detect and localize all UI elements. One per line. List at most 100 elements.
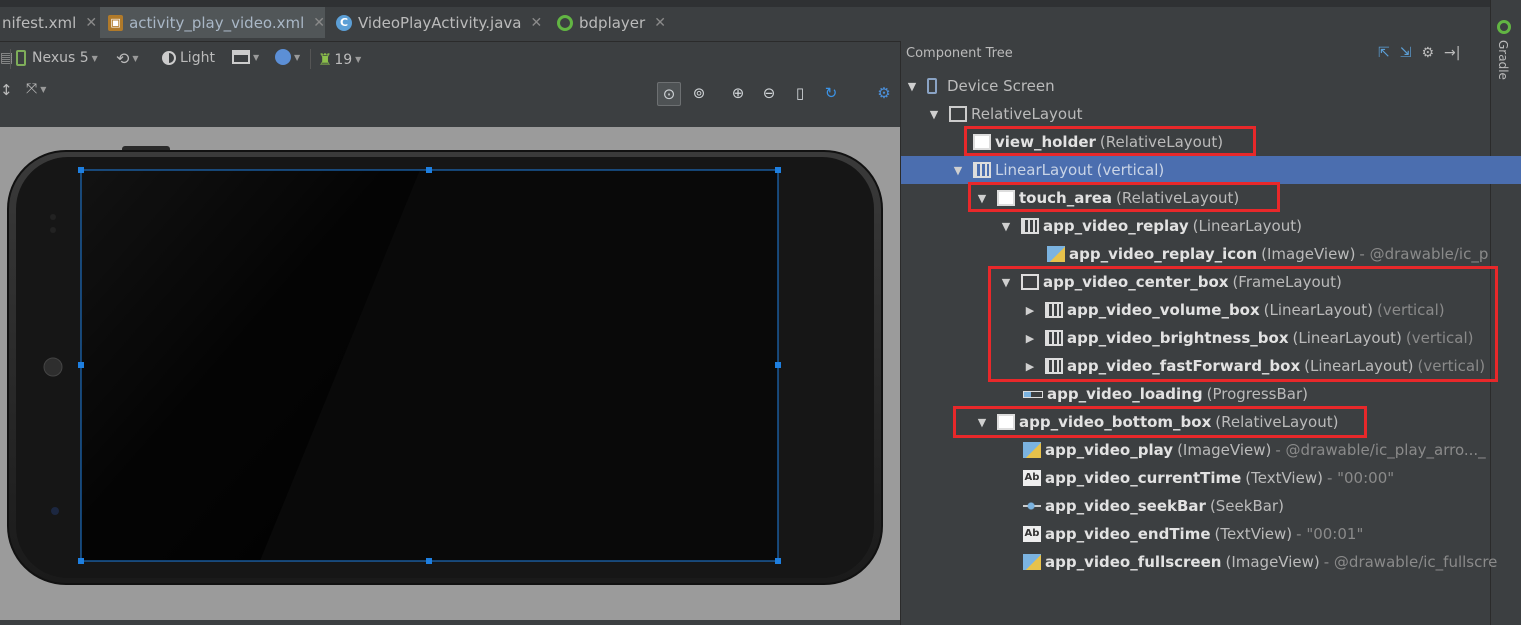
tab-activity-play-video[interactable]: ▣ activity_play_video.xml ✕ xyxy=(100,7,325,38)
zoom-fit-icon[interactable]: ⊙ xyxy=(657,82,681,106)
activity-selector[interactable]: ▼ xyxy=(232,50,259,64)
node-name: app_video_play xyxy=(1045,441,1174,459)
node-type: (ImageView) xyxy=(1225,553,1320,571)
node-type: (ProgressBar) xyxy=(1206,385,1308,403)
highlight-box-touch-area xyxy=(968,182,1280,212)
node-extra: - "00:01" xyxy=(1296,525,1364,543)
tree-node-app-video-play[interactable]: app_video_play (ImageView) - @drawable/i… xyxy=(901,436,1521,464)
node-type: (SeekBar) xyxy=(1209,497,1284,515)
expand-arrow-icon[interactable]: ▼ xyxy=(905,80,919,93)
orientation-selector[interactable]: ⟲ ▼ xyxy=(116,49,139,68)
refresh-icon[interactable]: ↻ xyxy=(820,82,842,104)
device-label: Nexus 5 xyxy=(32,50,89,66)
expand-icon[interactable]: ⤧ ▼ xyxy=(26,81,46,97)
tab-label: activity_play_video.xml xyxy=(129,13,305,32)
component-tree-title: Component Tree xyxy=(906,46,1013,61)
close-icon[interactable]: ✕ xyxy=(530,15,542,31)
close-icon[interactable]: ✕ xyxy=(313,15,325,31)
node-name: app_video_endTime xyxy=(1045,525,1211,543)
zoom-in-icon[interactable]: ⊕ xyxy=(727,82,749,104)
activity-icon xyxy=(232,50,250,64)
screen xyxy=(81,170,778,561)
text-view-icon: Ab xyxy=(1023,526,1041,542)
node-name: app_video_fullscreen xyxy=(1045,553,1222,571)
linear-layout-icon xyxy=(1021,218,1039,234)
zoom-out-icon[interactable]: ⊖ xyxy=(758,82,780,104)
locale-selector[interactable]: ▼ xyxy=(275,49,300,65)
zoom-toolbar: ↕ ⤧ ▼ ⊙ ⊚ ⊕ ⊖ ▯ ↻ ⚙ xyxy=(0,76,900,112)
expand-arrow-icon[interactable]: ▼ xyxy=(927,108,941,121)
gradle-tool-button[interactable]: Gradle xyxy=(1496,40,1510,80)
tree-node-linearlayout[interactable]: ▼ LinearLayout (vertical) xyxy=(901,156,1521,184)
tree-node-app-video-seekbar[interactable]: app_video_seekBar (SeekBar) xyxy=(901,492,1521,520)
device-icon xyxy=(927,78,937,94)
tab-label: nifest.xml xyxy=(2,13,77,32)
highlight-box-center-box xyxy=(988,266,1498,382)
breadcrumb-strip xyxy=(0,0,1521,7)
tree-toolbar: ⇱ ⇲ ⚙ →| xyxy=(1378,45,1460,61)
tree-node-app-video-replay[interactable]: ▼ app_video_replay (LinearLayout) xyxy=(901,212,1521,240)
screenshot-icon[interactable]: ▯ xyxy=(789,82,811,104)
node-type: (TextView) xyxy=(1214,525,1293,543)
tree-node-device-screen[interactable]: ▼ Device Screen xyxy=(901,72,1494,100)
layout-file-icon: ▣ xyxy=(108,14,124,31)
tree-node-app-video-fullscreen[interactable]: app_video_fullscreen (ImageView) - @draw… xyxy=(901,548,1521,576)
relative-layout-icon xyxy=(949,106,967,122)
highlight-box-bottom-box xyxy=(953,406,1367,438)
node-type: (TextView) xyxy=(1245,469,1323,487)
expand-arrow-icon[interactable]: ▼ xyxy=(951,164,965,177)
settings-icon[interactable]: ⚙ xyxy=(873,82,895,104)
node-type: (vertical) xyxy=(1096,161,1165,179)
globe-icon xyxy=(275,49,291,65)
node-name: app_video_loading xyxy=(1047,385,1203,403)
tab-manifest[interactable]: nifest.xml ✕ xyxy=(0,7,99,38)
node-name: LinearLayout xyxy=(995,161,1093,179)
orientation-icon: ⟲ xyxy=(116,49,130,68)
camera-icon xyxy=(51,507,59,515)
image-view-icon xyxy=(1047,246,1065,262)
device-preview xyxy=(7,146,883,585)
tab-label: bdplayer xyxy=(579,13,646,32)
zoom-actual-icon[interactable]: ⊚ xyxy=(688,82,710,104)
expand-arrow-icon[interactable]: ▼ xyxy=(999,220,1013,233)
linear-layout-icon xyxy=(973,162,991,178)
tab-bdplayer[interactable]: bdplayer ✕ xyxy=(551,7,669,38)
tree-node-app-video-endtime[interactable]: Ab app_video_endTime (TextView) - "00:01… xyxy=(901,520,1521,548)
close-icon[interactable]: ✕ xyxy=(85,15,97,31)
tab-video-play-activity[interactable]: C VideoPlayActivity.java ✕ xyxy=(330,7,546,38)
device-selector[interactable]: Nexus 5 ▼ xyxy=(16,50,98,66)
api-level-label: 19 xyxy=(334,51,353,68)
gradle-icon[interactable] xyxy=(1497,20,1511,34)
node-type: (ImageView) xyxy=(1261,245,1356,263)
tree-node-app-video-currenttime[interactable]: Ab app_video_currentTime (TextView) - "0… xyxy=(901,464,1521,492)
node-name: app_video_seekBar xyxy=(1045,497,1206,515)
api-level-selector[interactable]: ♜ 19 ▼ xyxy=(318,50,361,69)
theme-selector[interactable]: Light xyxy=(162,50,215,66)
image-view-icon xyxy=(1023,442,1041,458)
node-extra: - "00:00" xyxy=(1326,469,1395,487)
text-view-icon: Ab xyxy=(1023,470,1041,486)
progress-bar-icon xyxy=(1023,390,1043,398)
device-icon xyxy=(16,50,26,66)
gear-icon[interactable]: ⚙ xyxy=(1421,45,1434,61)
tree-node-relativelayout[interactable]: ▼ RelativeLayout xyxy=(901,100,1516,128)
theme-icon xyxy=(162,51,176,65)
highlight-box-view-holder xyxy=(964,126,1256,156)
node-name: app_video_replay_icon xyxy=(1069,245,1258,263)
palette-toggle[interactable]: ▤ xyxy=(0,50,13,66)
tree-node-app-video-loading[interactable]: app_video_loading (ProgressBar) xyxy=(901,380,1521,408)
android-icon: ♜ xyxy=(318,50,333,69)
close-icon[interactable]: ✕ xyxy=(654,15,666,31)
design-canvas[interactable] xyxy=(0,127,900,620)
node-extra: - @drawable/ic_fullscre xyxy=(1323,553,1498,571)
node-extra: - @drawable/ic_p xyxy=(1359,245,1489,263)
node-name: Device Screen xyxy=(947,77,1055,95)
tree-node-app-video-replay-icon[interactable]: app_video_replay_icon (ImageView) - @dra… xyxy=(901,240,1521,268)
node-extra: - @drawable/ic_play_arro..._ xyxy=(1275,441,1486,459)
java-class-icon: C xyxy=(336,14,352,31)
collapse-all-icon[interactable]: ⇲ xyxy=(1400,45,1412,61)
seek-bar-icon xyxy=(1023,502,1041,510)
resize-icon[interactable]: ↕ xyxy=(0,81,13,99)
expand-all-icon[interactable]: ⇱ xyxy=(1378,45,1390,61)
hide-panel-icon[interactable]: →| xyxy=(1444,45,1460,61)
